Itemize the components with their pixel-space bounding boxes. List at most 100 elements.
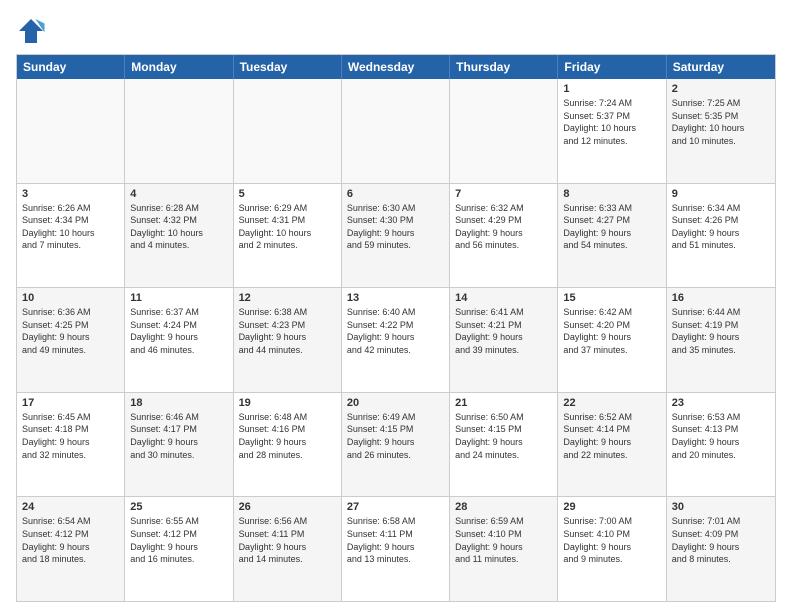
day-number: 24	[22, 501, 119, 513]
calendar-cell-4-1: 25 Sunrise: 6:55 AM Sunset: 4:12 PM Dayli…	[125, 497, 233, 601]
day-info: Sunrise: 6:28 AM Sunset: 4:32 PM Dayligh…	[130, 202, 227, 252]
day-number: 14	[455, 292, 552, 304]
calendar-header: SundayMondayTuesdayWednesdayThursdayFrid…	[17, 55, 775, 79]
header-day-monday: Monday	[125, 55, 233, 79]
day-info: Sunrise: 6:36 AM Sunset: 4:25 PM Dayligh…	[22, 306, 119, 356]
calendar-cell-2-0: 10 Sunrise: 6:36 AM Sunset: 4:25 PM Dayli…	[17, 288, 125, 392]
day-number: 28	[455, 501, 552, 513]
calendar-cell-1-4: 7Sunrise: 6:32 AM Sunset: 4:29 PM Daylig…	[450, 184, 558, 288]
day-info: Sunrise: 7:24 AM Sunset: 5:37 PM Dayligh…	[563, 97, 660, 147]
calendar-cell-3-2: 19 Sunrise: 6:48 AM Sunset: 4:16 PM Dayli…	[234, 393, 342, 497]
day-number: 11	[130, 292, 227, 304]
day-info: Sunrise: 6:49 AM Sunset: 4:15 PM Dayligh…	[347, 411, 444, 461]
day-info: Sunrise: 6:48 AM Sunset: 4:16 PM Dayligh…	[239, 411, 336, 461]
calendar-cell-0-2	[234, 79, 342, 183]
day-number: 8	[563, 188, 660, 200]
calendar-cell-3-6: 23 Sunrise: 6:53 AM Sunset: 4:13 PM Dayli…	[667, 393, 775, 497]
calendar-cell-3-1: 18 Sunrise: 6:46 AM Sunset: 4:17 PM Dayli…	[125, 393, 233, 497]
day-number: 21	[455, 397, 552, 409]
header-day-thursday: Thursday	[450, 55, 558, 79]
day-info: Sunrise: 6:34 AM Sunset: 4:26 PM Dayligh…	[672, 202, 770, 252]
calendar-cell-3-4: 21 Sunrise: 6:50 AM Sunset: 4:15 PM Dayli…	[450, 393, 558, 497]
calendar-row-4: 24 Sunrise: 6:54 AM Sunset: 4:12 PM Dayli…	[17, 496, 775, 601]
header	[16, 16, 776, 46]
calendar-cell-4-4: 28 Sunrise: 6:59 AM Sunset: 4:10 PM Dayli…	[450, 497, 558, 601]
calendar-cell-1-1: 4Sunrise: 6:28 AM Sunset: 4:32 PM Daylig…	[125, 184, 233, 288]
day-number: 13	[347, 292, 444, 304]
calendar: SundayMondayTuesdayWednesdayThursdayFrid…	[16, 54, 776, 602]
calendar-cell-1-0: 3 Sunrise: 6:26 AM Sunset: 4:34 PM Daylig…	[17, 184, 125, 288]
day-info: Sunrise: 6:29 AM Sunset: 4:31 PM Dayligh…	[239, 202, 336, 252]
day-number: 30	[672, 501, 770, 513]
calendar-cell-2-5: 15 Sunrise: 6:42 AM Sunset: 4:20 PM Dayli…	[558, 288, 666, 392]
day-info: Sunrise: 6:38 AM Sunset: 4:23 PM Dayligh…	[239, 306, 336, 356]
calendar-cell-2-6: 16 Sunrise: 6:44 AM Sunset: 4:19 PM Dayli…	[667, 288, 775, 392]
day-number: 27	[347, 501, 444, 513]
calendar-cell-2-4: 14 Sunrise: 6:41 AM Sunset: 4:21 PM Dayli…	[450, 288, 558, 392]
day-number: 18	[130, 397, 227, 409]
day-info: Sunrise: 6:44 AM Sunset: 4:19 PM Dayligh…	[672, 306, 770, 356]
calendar-cell-3-3: 20 Sunrise: 6:49 AM Sunset: 4:15 PM Dayli…	[342, 393, 450, 497]
day-number: 22	[563, 397, 660, 409]
day-number: 26	[239, 501, 336, 513]
day-number: 16	[672, 292, 770, 304]
calendar-cell-1-6: 9 Sunrise: 6:34 AM Sunset: 4:26 PM Daylig…	[667, 184, 775, 288]
day-number: 9	[672, 188, 770, 200]
day-info: Sunrise: 6:41 AM Sunset: 4:21 PM Dayligh…	[455, 306, 552, 356]
day-info: Sunrise: 6:30 AM Sunset: 4:30 PM Dayligh…	[347, 202, 444, 252]
calendar-cell-0-4	[450, 79, 558, 183]
day-number: 23	[672, 397, 770, 409]
day-info: Sunrise: 7:25 AM Sunset: 5:35 PM Dayligh…	[672, 97, 770, 147]
day-info: Sunrise: 6:56 AM Sunset: 4:11 PM Dayligh…	[239, 515, 336, 565]
calendar-cell-4-0: 24 Sunrise: 6:54 AM Sunset: 4:12 PM Dayli…	[17, 497, 125, 601]
day-info: Sunrise: 6:54 AM Sunset: 4:12 PM Dayligh…	[22, 515, 119, 565]
day-number: 2	[672, 83, 770, 95]
day-info: Sunrise: 6:26 AM Sunset: 4:34 PM Dayligh…	[22, 202, 119, 252]
calendar-cell-4-2: 26 Sunrise: 6:56 AM Sunset: 4:11 PM Dayli…	[234, 497, 342, 601]
calendar-cell-4-6: 30 Sunrise: 7:01 AM Sunset: 4:09 PM Dayli…	[667, 497, 775, 601]
logo-icon	[16, 16, 46, 46]
day-number: 5	[239, 188, 336, 200]
day-info: Sunrise: 6:52 AM Sunset: 4:14 PM Dayligh…	[563, 411, 660, 461]
calendar-cell-0-5: 1 Sunrise: 7:24 AM Sunset: 5:37 PM Daylig…	[558, 79, 666, 183]
day-number: 10	[22, 292, 119, 304]
header-day-wednesday: Wednesday	[342, 55, 450, 79]
calendar-row-3: 17Sunrise: 6:45 AM Sunset: 4:18 PM Dayli…	[17, 392, 775, 497]
page: SundayMondayTuesdayWednesdayThursdayFrid…	[0, 0, 792, 612]
header-day-friday: Friday	[558, 55, 666, 79]
day-number: 15	[563, 292, 660, 304]
day-number: 1	[563, 83, 660, 95]
calendar-cell-1-2: 5 Sunrise: 6:29 AM Sunset: 4:31 PM Daylig…	[234, 184, 342, 288]
calendar-cell-2-3: 13 Sunrise: 6:40 AM Sunset: 4:22 PM Dayli…	[342, 288, 450, 392]
calendar-row-0: 1 Sunrise: 7:24 AM Sunset: 5:37 PM Daylig…	[17, 79, 775, 183]
day-number: 25	[130, 501, 227, 513]
day-number: 6	[347, 188, 444, 200]
day-info: Sunrise: 6:40 AM Sunset: 4:22 PM Dayligh…	[347, 306, 444, 356]
day-info: Sunrise: 6:46 AM Sunset: 4:17 PM Dayligh…	[130, 411, 227, 461]
calendar-cell-4-3: 27 Sunrise: 6:58 AM Sunset: 4:11 PM Dayli…	[342, 497, 450, 601]
day-number: 19	[239, 397, 336, 409]
calendar-body: 1 Sunrise: 7:24 AM Sunset: 5:37 PM Daylig…	[17, 79, 775, 601]
day-info: Sunrise: 6:55 AM Sunset: 4:12 PM Dayligh…	[130, 515, 227, 565]
day-info: Sunrise: 7:00 AM Sunset: 4:10 PM Dayligh…	[563, 515, 660, 565]
calendar-row-2: 10 Sunrise: 6:36 AM Sunset: 4:25 PM Dayli…	[17, 287, 775, 392]
calendar-cell-2-1: 11Sunrise: 6:37 AM Sunset: 4:24 PM Dayli…	[125, 288, 233, 392]
day-number: 20	[347, 397, 444, 409]
day-info: Sunrise: 6:45 AM Sunset: 4:18 PM Dayligh…	[22, 411, 119, 461]
day-number: 29	[563, 501, 660, 513]
calendar-cell-3-0: 17Sunrise: 6:45 AM Sunset: 4:18 PM Dayli…	[17, 393, 125, 497]
header-day-saturday: Saturday	[667, 55, 775, 79]
calendar-cell-3-5: 22 Sunrise: 6:52 AM Sunset: 4:14 PM Dayli…	[558, 393, 666, 497]
day-info: Sunrise: 6:50 AM Sunset: 4:15 PM Dayligh…	[455, 411, 552, 461]
day-info: Sunrise: 6:42 AM Sunset: 4:20 PM Dayligh…	[563, 306, 660, 356]
day-info: Sunrise: 6:59 AM Sunset: 4:10 PM Dayligh…	[455, 515, 552, 565]
day-info: Sunrise: 6:32 AM Sunset: 4:29 PM Dayligh…	[455, 202, 552, 252]
day-info: Sunrise: 6:53 AM Sunset: 4:13 PM Dayligh…	[672, 411, 770, 461]
header-day-sunday: Sunday	[17, 55, 125, 79]
day-number: 3	[22, 188, 119, 200]
day-info: Sunrise: 7:01 AM Sunset: 4:09 PM Dayligh…	[672, 515, 770, 565]
calendar-cell-4-5: 29 Sunrise: 7:00 AM Sunset: 4:10 PM Dayli…	[558, 497, 666, 601]
day-info: Sunrise: 6:58 AM Sunset: 4:11 PM Dayligh…	[347, 515, 444, 565]
day-info: Sunrise: 6:33 AM Sunset: 4:27 PM Dayligh…	[563, 202, 660, 252]
calendar-cell-0-6: 2 Sunrise: 7:25 AM Sunset: 5:35 PM Daylig…	[667, 79, 775, 183]
